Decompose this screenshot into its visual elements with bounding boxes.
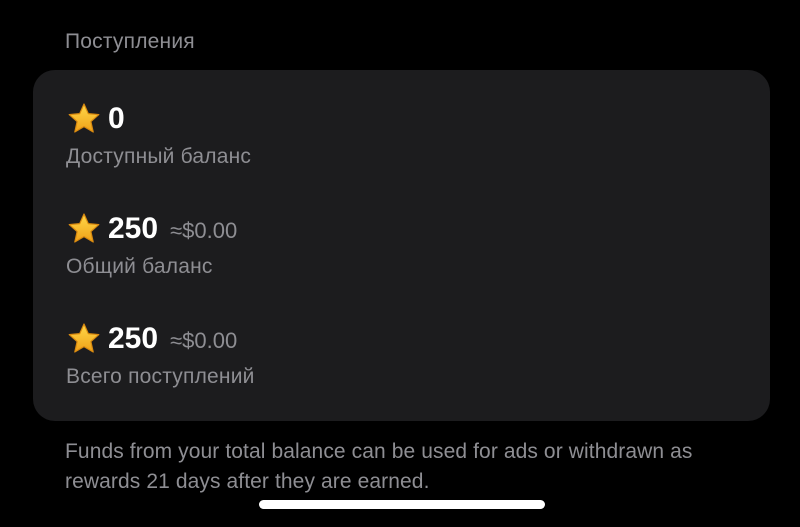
footer-note: Funds from your total balance can be use… xyxy=(65,440,693,493)
available-balance-amount: 0 xyxy=(108,102,125,135)
star-icon xyxy=(68,103,100,133)
total-balance-row: 250 ≈$0.00 Общий баланс xyxy=(66,209,237,279)
star-icon xyxy=(68,323,100,353)
total-earnings-label: Всего поступлений xyxy=(66,365,255,388)
total-earnings-amount-line: 250 ≈$0.00 xyxy=(66,319,255,359)
available-balance-label: Доступный баланс xyxy=(66,145,252,168)
total-earnings-usd: ≈$0.00 xyxy=(170,328,238,353)
total-balance-amount: 250 xyxy=(108,212,159,245)
total-balance-amount-line: 250 ≈$0.00 xyxy=(66,209,237,249)
section-header: Поступления xyxy=(65,30,195,53)
total-earnings-row: 250 ≈$0.00 Всего поступлений xyxy=(66,319,255,389)
home-indicator[interactable] xyxy=(259,500,545,509)
available-balance-row: 0 Доступный баланс xyxy=(66,99,251,169)
balance-card: 0 Доступный баланс 250 ≈$0.00 Общий бала… xyxy=(33,70,770,421)
total-balance-label: Общий баланс xyxy=(66,255,213,278)
star-icon xyxy=(68,213,100,243)
total-earnings-amount: 250 xyxy=(108,322,159,355)
total-balance-usd: ≈$0.00 xyxy=(170,218,238,243)
available-balance-amount-line: 0 xyxy=(66,99,251,139)
